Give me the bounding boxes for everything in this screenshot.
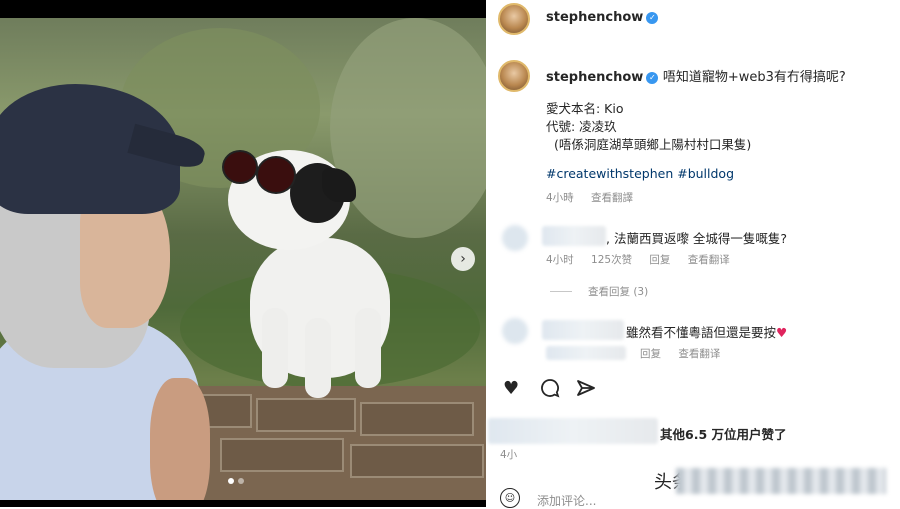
- carousel-dot[interactable]: [238, 478, 244, 484]
- caption-avatar[interactable]: [498, 60, 530, 92]
- caption-time: 4小時: [546, 192, 574, 204]
- heart-icon[interactable]: ♥: [503, 378, 519, 399]
- foliage: [330, 18, 486, 238]
- comment-icon[interactable]: [540, 378, 560, 403]
- username-text[interactable]: stephenchow: [546, 10, 643, 25]
- verified-badge-icon: ✓: [646, 71, 659, 84]
- caption-translate-link[interactable]: 查看翻譯: [591, 192, 633, 204]
- comment-text: 雖然看不懂粵語但還是要按♥: [626, 322, 787, 341]
- share-icon[interactable]: [576, 378, 596, 403]
- sunglasses-right: [256, 156, 296, 194]
- watermark-blurred: [676, 468, 886, 494]
- comment-username-blurred[interactable]: [542, 320, 624, 340]
- comment-text-content: 雖然看不懂粵語但還是要按: [626, 325, 777, 340]
- brick: [360, 402, 474, 436]
- brick: [256, 398, 356, 432]
- comment-username-blurred[interactable]: [542, 226, 606, 246]
- likes-summary[interactable]: 其他6.5 万位用户赞了: [660, 424, 787, 443]
- comment-avatar-blurred[interactable]: [502, 225, 528, 251]
- caption-meta: 4小時 查看翻譯: [546, 190, 647, 205]
- dog-leg: [262, 308, 288, 388]
- replies-divider: [550, 291, 572, 292]
- caption-line: (唔係洞庭湖草頭鄉上陽村村口果隻): [554, 137, 752, 152]
- emoji-icon[interactable]: ☺: [500, 488, 520, 508]
- likes-avatars-blurred: [488, 418, 658, 444]
- carousel-dot[interactable]: [228, 478, 234, 484]
- comment-text: , 法蘭西買返嚟 全城得一隻嘅隻?: [606, 231, 788, 246]
- header-username[interactable]: stephenchow ✓: [546, 10, 659, 25]
- verified-badge-icon: ✓: [646, 11, 659, 24]
- carousel-dots: [228, 478, 244, 484]
- caption-line: 代號: 凌凌玖: [546, 119, 617, 134]
- post-photo[interactable]: ›: [0, 0, 486, 507]
- dog-leg: [305, 318, 331, 398]
- likes-time: 4小: [500, 449, 518, 461]
- comment-input[interactable]: 添加评论...: [537, 492, 596, 509]
- comment-reply-button[interactable]: 回复: [640, 348, 661, 360]
- comment-likes[interactable]: 125次赞: [591, 254, 632, 266]
- comment-translate-link[interactable]: 查看翻译: [688, 254, 730, 266]
- sunglasses-left: [222, 150, 258, 184]
- brick: [350, 444, 484, 478]
- comment-translate-link[interactable]: 查看翻译: [678, 348, 720, 360]
- caption-header: stephenchow ✓ 唔知道寵物+web3有冇得搞呢?: [546, 66, 846, 85]
- caption-hashtags[interactable]: #createwithstephen #bulldog: [546, 166, 734, 181]
- photo-scene: [0, 18, 486, 500]
- avatar[interactable]: [498, 3, 530, 35]
- comment-meta-blurred: [546, 346, 626, 360]
- caption-title: 唔知道寵物+web3有冇得搞呢?: [662, 70, 846, 85]
- comment-time: 4小时: [546, 254, 574, 266]
- dog-leg: [355, 308, 381, 388]
- caption-username[interactable]: stephenchow: [546, 70, 643, 85]
- brick: [220, 438, 344, 472]
- comment-avatar-blurred[interactable]: [502, 318, 528, 344]
- chevron-right-icon[interactable]: ›: [451, 247, 475, 271]
- heart-icon: ♥: [776, 325, 788, 340]
- view-replies-button[interactable]: 查看回复 (3): [588, 284, 648, 299]
- caption-line: 愛犬本名: Kio: [546, 101, 624, 116]
- comment-reply-button[interactable]: 回复: [649, 254, 670, 266]
- comment-meta: 4小时 125次赞 回复 查看翻译: [546, 252, 744, 267]
- person-arm: [150, 378, 210, 500]
- comment-meta: 回复 查看翻译: [640, 346, 734, 361]
